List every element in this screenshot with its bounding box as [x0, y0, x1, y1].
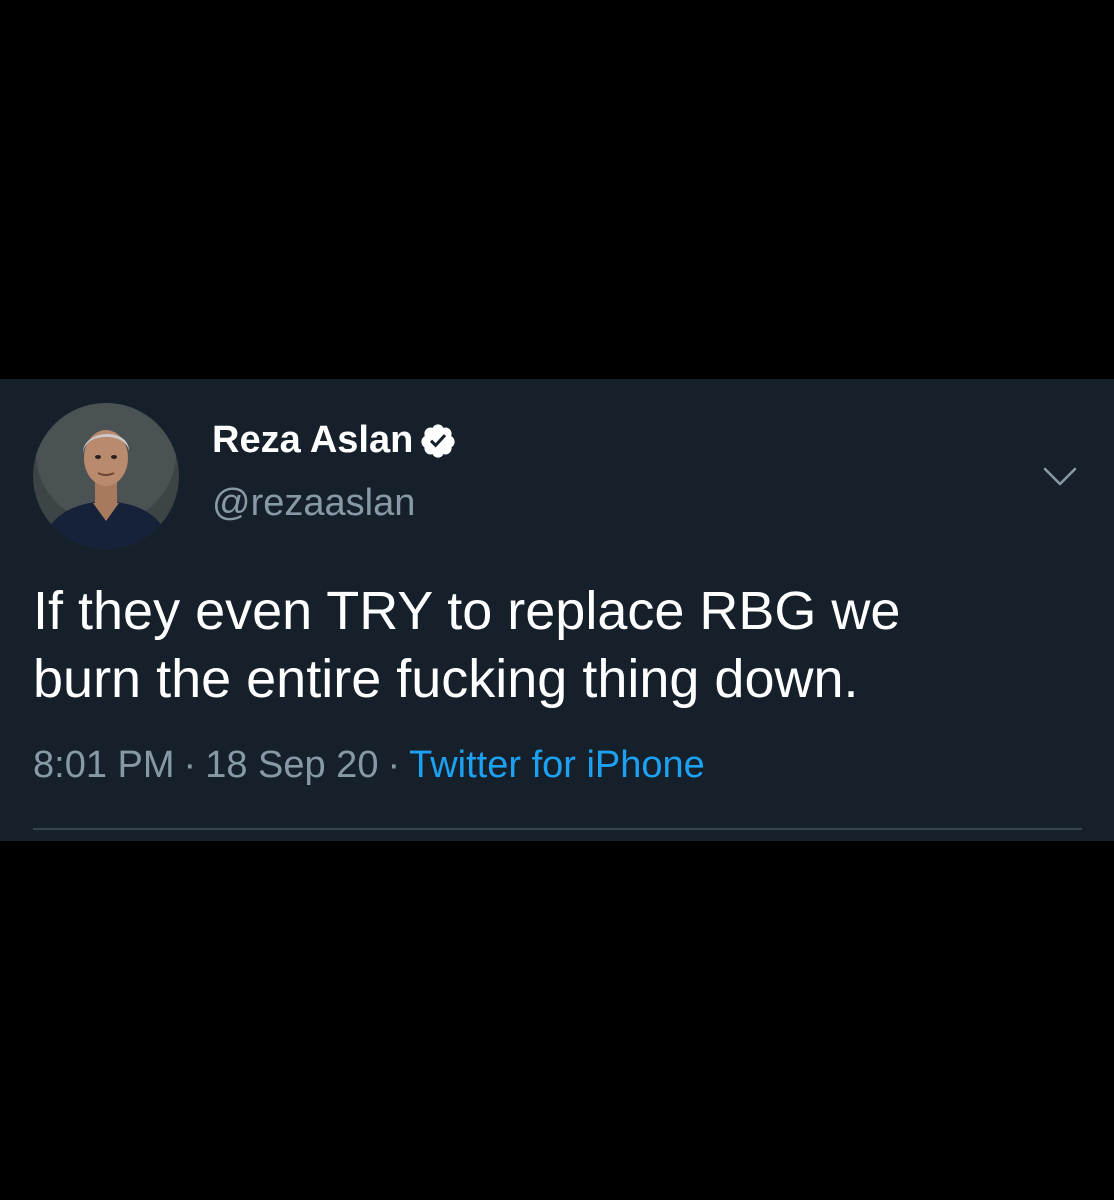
- chevron-down-icon[interactable]: [1042, 465, 1078, 489]
- divider: [33, 828, 1082, 830]
- tweet-source-link[interactable]: Twitter for iPhone: [409, 744, 705, 786]
- page: Reza Aslan @rezaaslan If they even TRY t…: [0, 0, 1114, 1200]
- avatar-image: [33, 403, 179, 549]
- meta-separator: ·: [183, 744, 197, 786]
- meta-separator: ·: [387, 744, 401, 786]
- avatar[interactable]: [33, 403, 179, 549]
- author-display-name[interactable]: Reza Aslan: [212, 419, 413, 462]
- tweet-text-line: If they even TRY to replace RBG we: [33, 581, 901, 641]
- tweet-date[interactable]: 18 Sep 20: [205, 744, 378, 786]
- tweet-time[interactable]: 8:01 PM: [33, 744, 175, 786]
- author-display-name-row[interactable]: Reza Aslan: [212, 419, 457, 462]
- tweet-meta: 8:01 PM · 18 Sep 20 · Twitter for iPhone: [33, 744, 705, 787]
- tweet-card: Reza Aslan @rezaaslan If they even TRY t…: [0, 379, 1114, 841]
- author-handle[interactable]: @rezaaslan: [212, 482, 415, 525]
- tweet-text-line: burn the entire fucking thing down.: [33, 649, 859, 709]
- tweet-text: If they even TRY to replace RBG we burn …: [33, 577, 1083, 713]
- verified-badge-icon: [419, 422, 457, 460]
